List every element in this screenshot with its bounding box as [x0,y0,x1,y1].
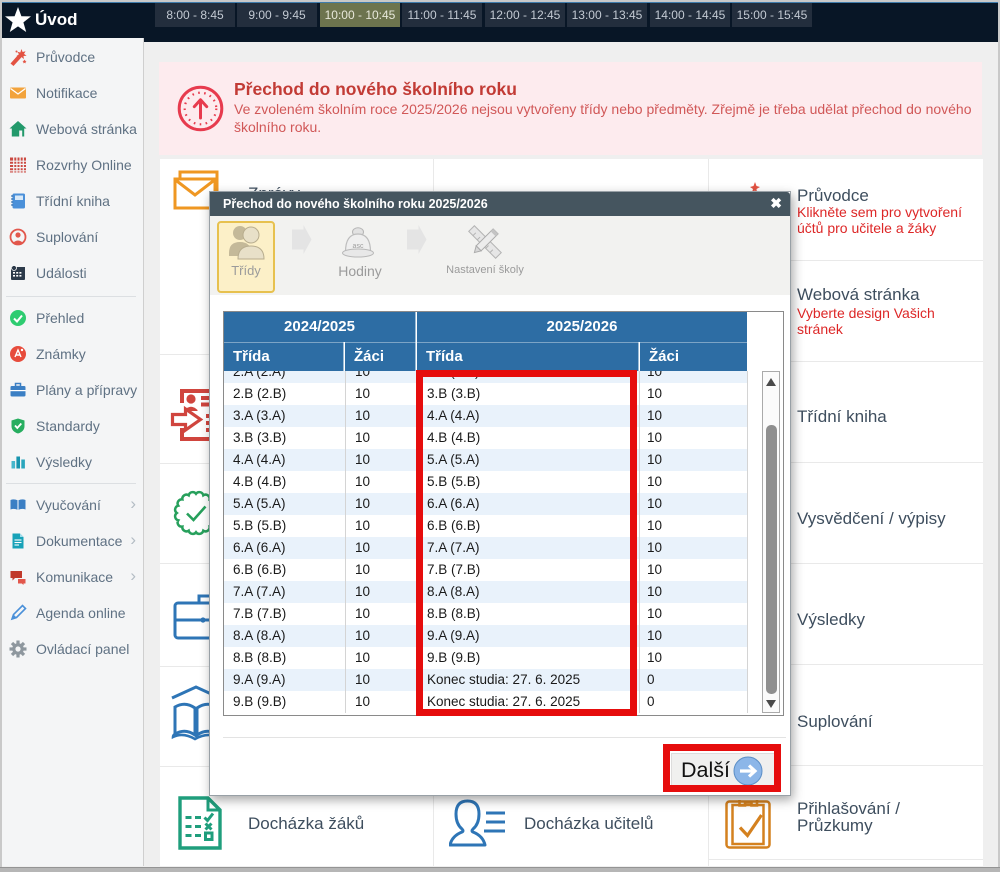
svg-text:asc: asc [353,243,364,250]
